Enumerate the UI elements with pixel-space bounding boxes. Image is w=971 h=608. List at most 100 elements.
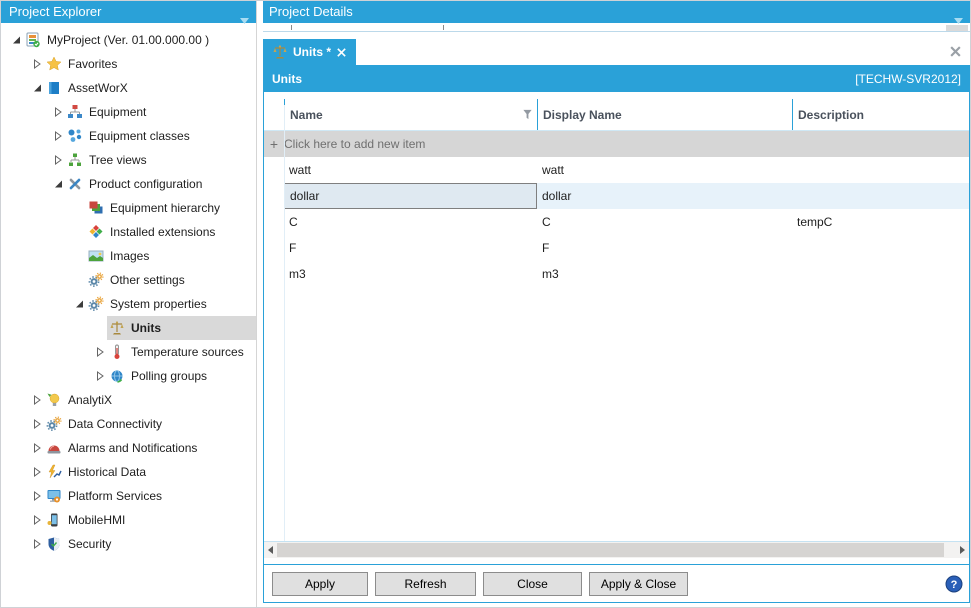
chevron-down-icon[interactable] [954,9,963,15]
tree-item-equipment[interactable]: Equipment [1,100,256,124]
row-indicator[interactable] [264,157,284,183]
row-indicator[interactable] [264,261,284,287]
expander-collapsed-icon[interactable] [51,131,65,141]
tree-item-myproject-ver-01-00-000-00[interactable]: MyProject (Ver. 01.00.000.00 ) [1,28,256,52]
add-new-item-row[interactable]: + Click here to add new item [264,131,969,157]
tree-item-body[interactable]: MyProject (Ver. 01.00.000.00 ) [23,28,256,52]
tree-item-historical-data[interactable]: Historical Data [1,460,256,484]
horizontal-scrollbar[interactable] [264,542,969,558]
tree-item-body[interactable]: Product configuration [65,172,256,196]
table-row-dollar[interactable]: dollardollar [264,183,969,209]
tree-item-body[interactable]: Temperature sources [107,340,256,364]
tab-close-icon[interactable] [336,47,347,58]
tree-item-product-configuration[interactable]: Product configuration [1,172,256,196]
tree-item-tree-views[interactable]: Tree views [1,148,256,172]
tree-item-body[interactable]: Installed extensions [86,220,256,244]
row-indicator[interactable] [264,235,284,261]
tree-item-body[interactable]: Security [44,532,256,556]
tree-item-equipment-hierarchy[interactable]: Equipment hierarchy [1,196,256,220]
cell-name[interactable]: F [284,235,537,261]
tree-item-other-settings[interactable]: Other settings [1,268,256,292]
chevron-down-icon[interactable] [240,9,249,15]
tree-item-favorites[interactable]: Favorites [1,52,256,76]
cell-name[interactable]: m3 [284,261,537,287]
tree-item-body[interactable]: Alarms and Notifications [44,436,256,460]
strip-scroll-thumb[interactable] [946,25,968,31]
expander-collapsed-icon[interactable] [51,155,65,165]
expander-expanded-icon[interactable] [30,83,44,93]
tree-item-assetworx[interactable]: AssetWorX [1,76,256,100]
tree-item-body[interactable]: Units [107,316,256,340]
cell-description[interactable] [792,157,969,183]
tree-item-data-connectivity[interactable]: Data Connectivity [1,412,256,436]
expander-collapsed-icon[interactable] [93,347,107,357]
tree-item-body[interactable]: Equipment hierarchy [86,196,256,220]
tree-item-analytix[interactable]: AnalytiX [1,388,256,412]
cell-name[interactable]: dollar [284,183,537,209]
apply-button[interactable]: Apply [272,572,368,596]
tree-item-body[interactable]: Historical Data [44,460,256,484]
refresh-button[interactable]: Refresh [375,572,476,596]
column-header-description[interactable]: Description [792,99,969,130]
table-row-c[interactable]: CCtempC [264,209,969,235]
cell-description[interactable] [792,235,969,261]
row-indicator[interactable] [264,209,284,235]
tree-item-alarms-and-notifications[interactable]: Alarms and Notifications [1,436,256,460]
scroll-right-icon[interactable] [956,542,969,558]
expander-collapsed-icon[interactable] [30,467,44,477]
tree-item-body[interactable]: Favorites [44,52,256,76]
tree-item-system-properties[interactable]: System properties [1,292,256,316]
expander-expanded-icon[interactable] [51,179,65,189]
cell-name[interactable]: watt [284,157,537,183]
tree-item-body[interactable]: Equipment classes [65,124,256,148]
tree-item-body[interactable]: Polling groups [107,364,256,388]
cell-name[interactable]: C [284,209,537,235]
cell-description[interactable] [792,261,969,287]
expander-expanded-icon[interactable] [9,35,23,45]
expander-expanded-icon[interactable] [72,299,86,309]
tree-item-body[interactable]: Platform Services [44,484,256,508]
expander-collapsed-icon[interactable] [30,419,44,429]
table-row-m3[interactable]: m3m3 [264,261,969,287]
tree-item-body[interactable]: AssetWorX [44,76,256,100]
tree-item-images[interactable]: Images [1,244,256,268]
tree-item-body[interactable]: System properties [86,292,256,316]
expander-collapsed-icon[interactable] [93,371,107,381]
tree-item-security[interactable]: Security [1,532,256,556]
tree-item-body[interactable]: Images [86,244,256,268]
expander-collapsed-icon[interactable] [30,539,44,549]
filter-icon[interactable] [522,109,533,120]
scrollbar-thumb[interactable] [277,543,944,557]
table-row-watt[interactable]: wattwatt [264,157,969,183]
tree-item-body[interactable]: MobileHMI [44,508,256,532]
expander-collapsed-icon[interactable] [30,395,44,405]
expander-collapsed-icon[interactable] [30,515,44,525]
cell-display-name[interactable]: F [537,235,792,261]
table-row-f[interactable]: FF [264,235,969,261]
tree-item-temperature-sources[interactable]: Temperature sources [1,340,256,364]
tree-item-mobilehmi[interactable]: MobileHMI [1,508,256,532]
tree-item-body[interactable]: Data Connectivity [44,412,256,436]
tree-item-body[interactable]: Other settings [86,268,256,292]
cell-display-name[interactable]: dollar [537,183,792,209]
tree-item-units[interactable]: Units [1,316,256,340]
tree-item-platform-services[interactable]: Platform Services [1,484,256,508]
apply-close-button[interactable]: Apply & Close [589,572,688,596]
tree-item-installed-extensions[interactable]: Installed extensions [1,220,256,244]
tree-item-polling-groups[interactable]: Polling groups [1,364,256,388]
cell-display-name[interactable]: C [537,209,792,235]
column-header-name[interactable]: Name [284,99,537,130]
cell-display-name[interactable]: watt [537,157,792,183]
close-button[interactable]: Close [483,572,582,596]
cell-display-name[interactable]: m3 [537,261,792,287]
tab-units[interactable]: Units * [263,39,356,65]
tree-item-equipment-classes[interactable]: Equipment classes [1,124,256,148]
expander-collapsed-icon[interactable] [30,443,44,453]
expander-collapsed-icon[interactable] [30,59,44,69]
tree-item-body[interactable]: Tree views [65,148,256,172]
pane-close-icon[interactable] [949,45,962,58]
tree-item-body[interactable]: AnalytiX [44,388,256,412]
column-header-display-name[interactable]: Display Name [537,99,792,130]
row-indicator[interactable] [264,183,284,209]
scroll-left-icon[interactable] [264,542,277,558]
